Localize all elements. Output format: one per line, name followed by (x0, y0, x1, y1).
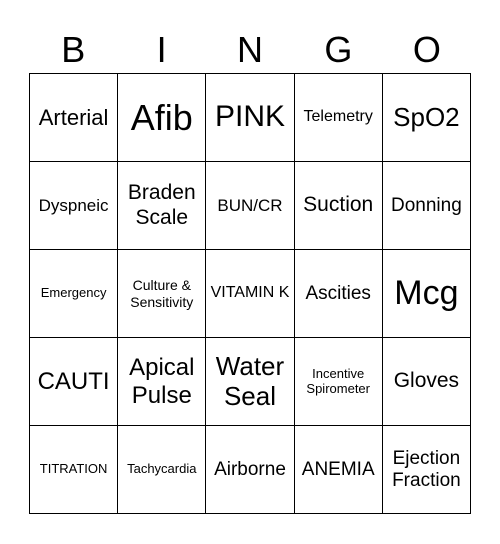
bingo-cell[interactable]: Emergency (30, 250, 119, 338)
bingo-cell[interactable]: Dyspneic (30, 162, 119, 250)
header-letter-i: I (156, 29, 167, 70)
bingo-cell[interactable]: Airborne (206, 426, 295, 514)
header-letter-n: N (237, 29, 264, 70)
header-letter-b: B (61, 29, 86, 70)
bingo-cell[interactable]: Braden Scale (118, 162, 207, 250)
bingo-cell[interactable]: CAUTI (30, 338, 119, 426)
bingo-grid: Arterial Afib PINK Telemetry SpO2 Dyspne… (29, 73, 471, 514)
bingo-cell[interactable]: Gloves (382, 338, 471, 426)
header-letter-g: G (324, 29, 353, 70)
bingo-cell[interactable]: VITAMIN K (206, 250, 295, 338)
bingo-cell[interactable]: Donning (382, 162, 471, 250)
bingo-cell[interactable]: TITRATION (30, 426, 119, 514)
bingo-cell[interactable]: PINK (206, 74, 295, 162)
bingo-cell[interactable]: Suction (294, 162, 383, 250)
header-letter-o: O (412, 29, 441, 70)
bingo-cell[interactable]: Ejection Fraction (382, 426, 471, 514)
bingo-cell[interactable]: BUN/CR (206, 162, 295, 250)
bingo-cell[interactable]: Apical Pulse (118, 338, 207, 426)
bingo-cell[interactable]: Ascities (294, 250, 383, 338)
bingo-cell[interactable]: Afib (118, 74, 207, 162)
bingo-cell[interactable]: Arterial (30, 74, 119, 162)
bingo-cell[interactable]: Incentive Spirometer (294, 338, 383, 426)
bingo-cell[interactable]: Culture & Sensitivity (118, 250, 207, 338)
bingo-header: B I N G O (29, 28, 471, 72)
bingo-cell[interactable]: SpO2 (382, 74, 471, 162)
bingo-cell[interactable]: Telemetry (294, 74, 383, 162)
bingo-cell[interactable]: Tachycardia (118, 426, 207, 514)
bingo-cell[interactable]: Water Seal (206, 338, 295, 426)
bingo-cell[interactable]: ANEMIA (294, 426, 383, 514)
bingo-cell[interactable]: Mcg (382, 250, 471, 338)
